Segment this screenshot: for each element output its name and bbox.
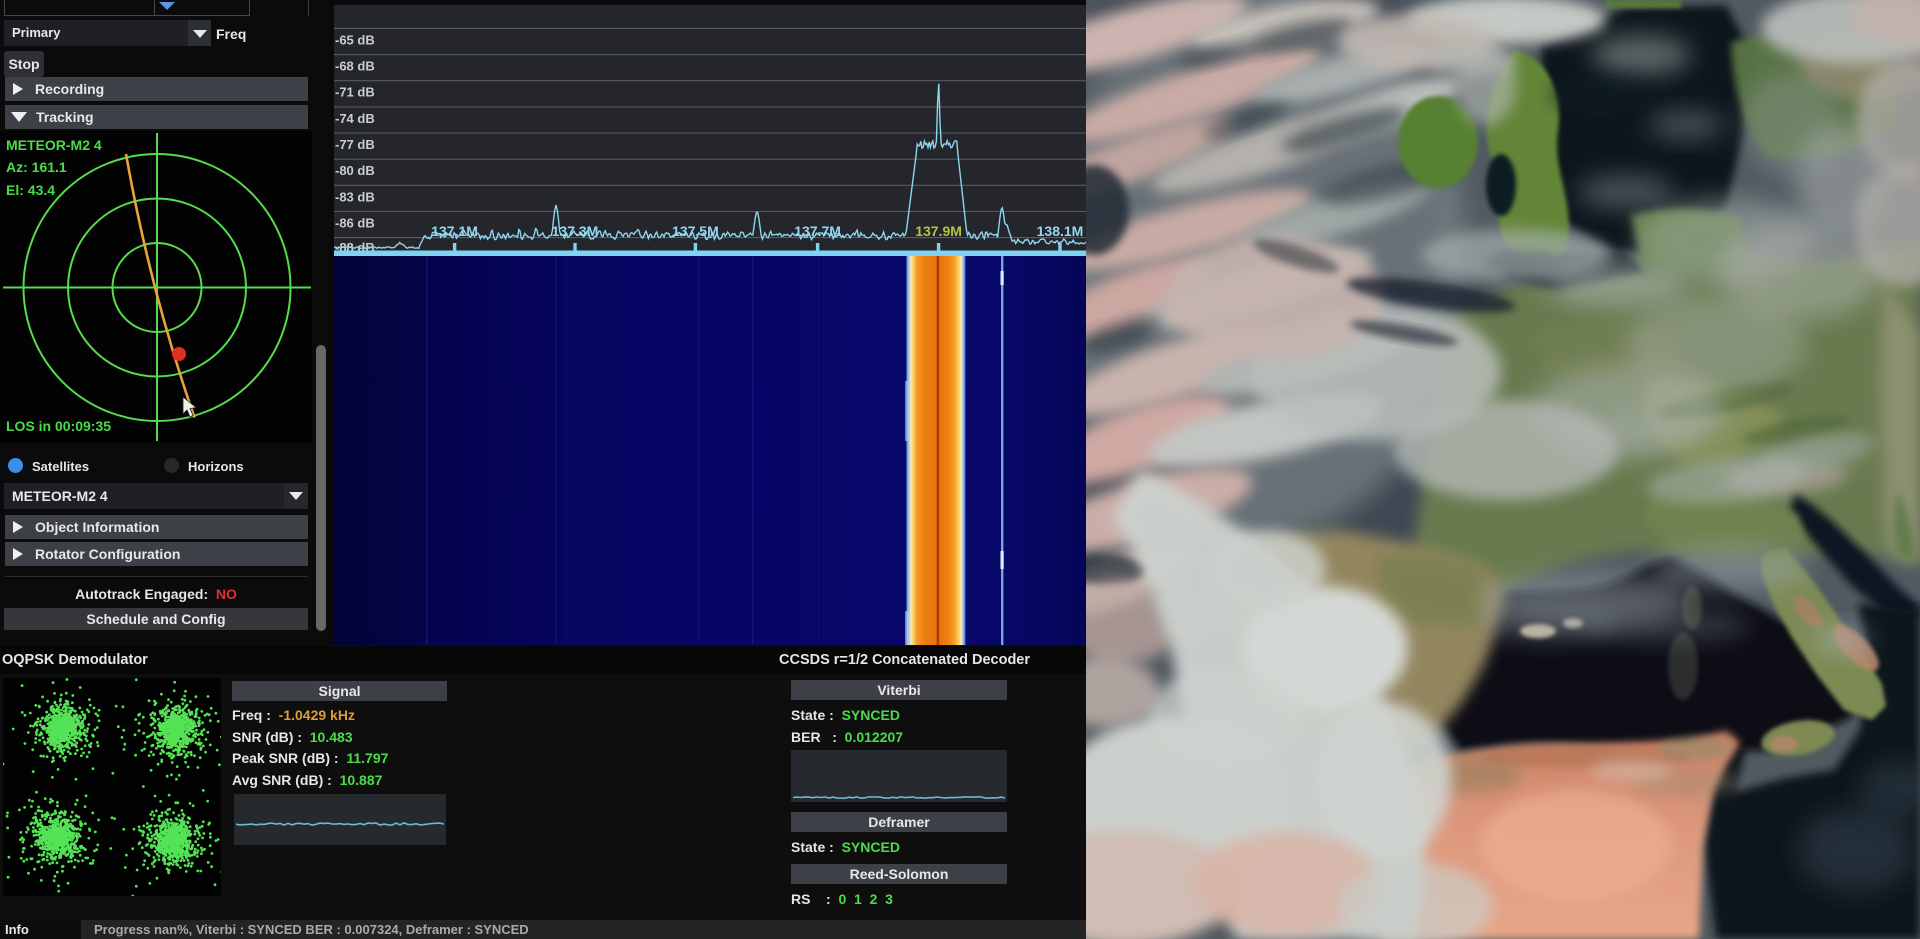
svg-text:-65 dB: -65 dB [335, 32, 375, 47]
svg-text:-68 dB: -68 dB [335, 59, 375, 74]
svg-text:LOS in 00:09:35: LOS in 00:09:35 [6, 418, 111, 434]
svg-text:-86 dB: -86 dB [335, 215, 375, 230]
svg-text:-83 dB: -83 dB [335, 189, 375, 204]
svg-text:Az: 161.1: Az: 161.1 [6, 159, 67, 175]
svg-text:METEOR-M2 4: METEOR-M2 4 [6, 137, 102, 153]
svg-text:-77 dB: -77 dB [335, 137, 375, 152]
svg-text:-74 dB: -74 dB [335, 111, 375, 126]
svg-text:138.1M: 138.1M [1037, 223, 1084, 239]
svg-text:-80 dB: -80 dB [335, 163, 375, 178]
svg-text:137.9M: 137.9M [915, 223, 962, 239]
svg-text:El: 43.4: El: 43.4 [6, 182, 55, 198]
svg-text:-71 dB: -71 dB [335, 85, 375, 100]
